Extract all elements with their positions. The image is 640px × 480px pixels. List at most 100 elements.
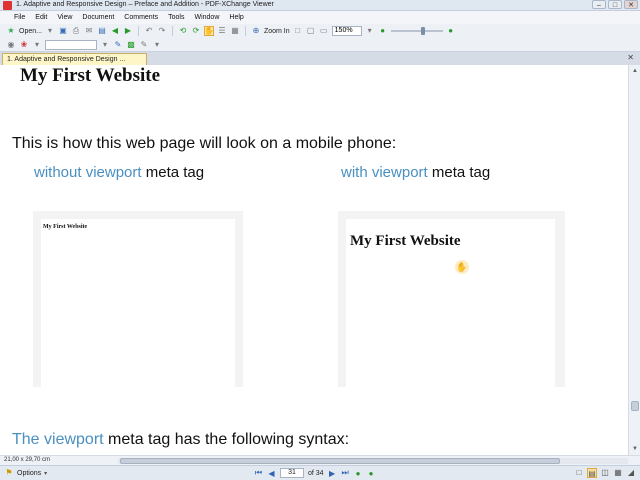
menu-document[interactable]: Document <box>82 14 114 21</box>
print-icon[interactable]: ⎙ <box>71 26 81 36</box>
zoom-level-field[interactable]: 150% <box>331 26 362 36</box>
view-mode-buttons: □ ▤ ◫ ▦ ◢ <box>574 468 636 478</box>
phone-screen: My First Website <box>346 219 555 387</box>
maximize-button[interactable]: □ <box>608 0 622 9</box>
dropdown-icon[interactable]: ▾ <box>152 40 162 50</box>
actual-size-icon[interactable]: □ <box>293 26 303 36</box>
scroll-up-icon[interactable]: ▲ <box>631 67 639 75</box>
horizontal-scrollbar[interactable]: 21,00 x 29,70 cm <box>0 455 640 465</box>
fit-width-icon[interactable]: ▭ <box>319 26 329 36</box>
save-icon[interactable]: ▣ <box>58 26 68 36</box>
page-heading: My First Website <box>20 65 161 86</box>
zoom-plus-icon[interactable]: ● <box>446 26 456 36</box>
right-label-highlight: with viewport <box>341 164 428 181</box>
open-icon: ★ <box>7 26 15 35</box>
app-icon <box>3 1 12 10</box>
menu-tools[interactable]: Tools <box>168 14 184 21</box>
rotate-left-icon[interactable]: ⟲ <box>178 26 188 36</box>
menu-help[interactable]: Help <box>229 14 243 21</box>
document-viewport[interactable]: My First Website This is how this web pa… <box>0 65 628 455</box>
hand-tool-icon[interactable]: ✋ <box>203 26 214 36</box>
menu-file[interactable]: File <box>14 14 25 21</box>
phone-mockup-with-viewport: My First Website <box>338 211 565 387</box>
zoom-in-button[interactable]: Zoom In <box>264 28 290 35</box>
horizontal-scroll-thumb[interactable] <box>120 458 560 464</box>
syntax-rest: meta tag has the following syntax: <box>103 431 350 448</box>
syntax-highlight: The viewport <box>12 431 104 448</box>
redo-icon[interactable]: ↷ <box>157 26 167 36</box>
options-dropdown-icon[interactable]: ▾ <box>44 470 47 477</box>
dropdown-icon[interactable]: ▾ <box>32 40 42 50</box>
undo-icon[interactable]: ↶ <box>144 26 154 36</box>
current-page-input[interactable]: 31 <box>280 468 304 478</box>
next-page-icon[interactable]: ▶ <box>328 469 337 478</box>
total-pages: of 34 <box>308 469 324 477</box>
left-label-rest: meta tag <box>141 164 205 181</box>
window-title: 1. Adaptive and Responsive Design – Pref… <box>16 1 274 8</box>
vertical-scrollbar[interactable]: ▲ ▼ <box>628 65 640 455</box>
tool-input[interactable] <box>45 39 97 50</box>
scroll-down-icon[interactable]: ▼ <box>631 445 639 453</box>
resize-grip-icon[interactable]: ◢ <box>626 468 636 478</box>
mini-website-title: My First Website <box>43 224 88 230</box>
zoom-slider[interactable] <box>390 26 443 36</box>
last-page-icon[interactable]: ⏭ <box>341 468 350 478</box>
right-column-label: with viewport meta tag <box>341 164 490 181</box>
tab-document[interactable]: 1. Adaptive and Responsive Design ... <box>2 53 147 65</box>
intro-text: This is how this web page will look on a… <box>12 135 397 152</box>
history-back-icon[interactable]: ● <box>354 469 363 478</box>
dropdown-icon[interactable]: ▾ <box>100 40 110 50</box>
rotate-right-icon[interactable]: ⟳ <box>191 26 201 36</box>
first-page-icon[interactable]: ⏮ <box>254 468 263 478</box>
zoom-out-icon[interactable]: ● <box>378 26 388 36</box>
menu-edit[interactable]: Edit <box>35 14 47 21</box>
phone-mockup-without-viewport: My First Website <box>33 211 243 387</box>
open-button[interactable]: Open... <box>19 28 42 35</box>
close-tab-icon[interactable]: ✕ <box>627 53 634 62</box>
highlight-icon[interactable]: ▩ <box>126 40 136 50</box>
left-column-label: without viewport meta tag <box>34 164 204 181</box>
hand-cursor-icon: ✋ <box>455 260 469 274</box>
page-size-readout: 21,00 x 29,70 cm <box>4 457 51 463</box>
toolbar-separator <box>137 26 139 36</box>
single-page-view-icon[interactable]: □ <box>574 468 584 478</box>
minimize-button[interactable]: – <box>592 0 606 9</box>
menu-view[interactable]: View <box>57 14 72 21</box>
menu-window[interactable]: Window <box>194 14 219 21</box>
select-text-icon[interactable]: ☰ <box>217 26 227 36</box>
email-icon[interactable]: ✉ <box>84 26 94 36</box>
syntax-line: The viewport meta tag has the following … <box>12 431 349 449</box>
fit-page-icon[interactable]: ▢ <box>306 26 316 36</box>
back-icon[interactable]: ◀ <box>110 26 120 36</box>
typewriter-icon[interactable]: ✎ <box>113 40 123 50</box>
window-controls: – □ ✕ <box>592 0 640 11</box>
snapshot-icon[interactable]: ▦ <box>230 26 240 36</box>
menu-bar: File Edit View Document Comments Tools W… <box>0 11 640 24</box>
view-icon[interactable]: ◉ <box>6 40 16 50</box>
menu-comments[interactable]: Comments <box>124 14 158 21</box>
continuous-facing-view-icon[interactable]: ▦ <box>613 468 623 478</box>
zoom-in-icon[interactable]: ⊕ <box>251 26 261 36</box>
zoom-dropdown-icon[interactable]: ▾ <box>365 26 375 36</box>
title-bar: 1. Adaptive and Responsive Design – Pref… <box>0 0 640 11</box>
options-menu[interactable]: ⚑ Options ▾ <box>4 468 47 478</box>
toolbar-separator <box>171 26 173 36</box>
history-forward-icon[interactable]: ● <box>367 469 376 478</box>
close-window-button[interactable]: ✕ <box>624 0 638 9</box>
vertical-scroll-thumb[interactable] <box>631 401 639 411</box>
document-tabs: 1. Adaptive and Responsive Design ... ✕ <box>0 52 640 65</box>
previous-page-icon[interactable]: ◀ <box>267 469 276 478</box>
right-label-rest: meta tag <box>427 164 491 181</box>
stamp-icon[interactable]: ❀ <box>19 40 29 50</box>
options-label[interactable]: Options <box>17 470 41 477</box>
continuous-view-icon[interactable]: ▤ <box>587 468 597 478</box>
dropdown-icon[interactable]: ▾ <box>45 26 55 36</box>
zoom-slider-thumb[interactable] <box>420 27 425 35</box>
markup-icon[interactable]: ✎ <box>139 40 149 50</box>
phone-screen: My First Website <box>41 219 235 387</box>
facing-view-icon[interactable]: ◫ <box>600 468 610 478</box>
forward-icon[interactable]: ▶ <box>123 26 133 36</box>
toolbar-separator <box>244 26 246 36</box>
scan-icon[interactable]: ▤ <box>97 26 107 36</box>
left-label-highlight: without viewport <box>34 164 142 181</box>
